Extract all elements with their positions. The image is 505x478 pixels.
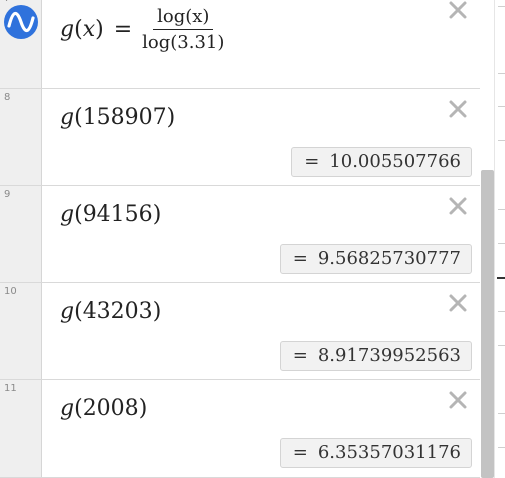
grid-tick: [498, 447, 505, 448]
result-value: 8.91739952563: [317, 345, 461, 366]
desmos-logo-icon: [4, 5, 38, 39]
row-number: 8: [4, 92, 11, 103]
fraction-numerator: log(x): [153, 6, 214, 30]
row-gutter[interactable]: 8: [0, 89, 42, 185]
expression-row-7[interactable]: 7 g(x) = log(x) log(3.31): [0, 0, 480, 89]
grid-tick: [498, 140, 505, 141]
grid-tick: [498, 209, 505, 210]
grid-tick: [498, 73, 505, 74]
function-variable: x: [82, 17, 96, 42]
open-paren: (: [74, 17, 83, 42]
function-name: g: [60, 17, 75, 42]
expression-row-10[interactable]: 10 g(43203) = 8.91739952563: [0, 283, 480, 380]
function-argument: 158907: [82, 105, 167, 130]
function-argument: 94156: [82, 202, 153, 227]
result-value: 10.005507766: [329, 151, 461, 172]
evaluation-result: = 6.35357031176: [279, 438, 472, 468]
expression-list: 7 g(x) = log(x) log(3.31) 8 g(158907): [0, 0, 480, 478]
expression-row-9[interactable]: 9 g(94156) = 9.56825730777: [0, 186, 480, 283]
row-number: 9: [4, 189, 11, 200]
grid-tick: [498, 345, 505, 346]
grid-tick: [498, 243, 505, 244]
equals-sign: =: [113, 17, 133, 42]
result-value: 6.35357031176: [317, 442, 461, 463]
evaluation-result: = 10.005507766: [291, 147, 472, 177]
grid-tick: [498, 106, 505, 107]
function-name: g: [60, 299, 75, 324]
row-gutter[interactable]: 7: [0, 0, 42, 88]
grid-tick: [498, 6, 505, 7]
close-icon[interactable]: [444, 386, 472, 414]
function-definition[interactable]: g(x) = log(x) log(3.31): [60, 6, 224, 53]
close-paren: ): [152, 299, 162, 324]
function-call[interactable]: g(2008): [60, 396, 147, 421]
row-gutter[interactable]: 11: [0, 380, 42, 477]
close-icon[interactable]: [444, 289, 472, 317]
scrollbar-thumb[interactable]: [481, 170, 494, 478]
close-icon[interactable]: [444, 95, 472, 123]
expression-row-8[interactable]: 8 g(158907) = 10.005507766: [0, 89, 480, 186]
row-number: 10: [4, 286, 17, 297]
fraction-denominator: log(3.31): [142, 32, 225, 53]
open-paren: (: [74, 105, 83, 130]
function-call[interactable]: g(94156): [60, 202, 161, 227]
function-argument: 43203: [82, 299, 153, 324]
function-name: g: [60, 396, 75, 421]
result-value: 9.56825730777: [317, 248, 461, 269]
graph-paper-edge[interactable]: [494, 0, 505, 478]
close-icon[interactable]: [444, 192, 472, 220]
function-name: g: [60, 202, 75, 227]
function-name: g: [60, 105, 75, 130]
open-paren: (: [74, 202, 83, 227]
evaluation-result: = 8.91739952563: [279, 341, 472, 371]
grid-tick: [498, 311, 505, 312]
function-argument: 2008: [82, 396, 139, 421]
close-paren: ): [152, 202, 162, 227]
row-gutter[interactable]: 9: [0, 186, 42, 282]
open-paren: (: [74, 299, 83, 324]
grid-tick: [498, 413, 505, 414]
row-number: 11: [4, 383, 17, 394]
equals-sign: =: [292, 442, 308, 463]
close-paren: ): [95, 17, 104, 42]
close-paren: ): [166, 105, 176, 130]
equals-sign: =: [292, 345, 308, 366]
open-paren: (: [74, 396, 83, 421]
expression-row-11[interactable]: 11 g(2008) = 6.35357031176: [0, 380, 480, 478]
function-call[interactable]: g(43203): [60, 299, 161, 324]
row-gutter[interactable]: 10: [0, 283, 42, 379]
evaluation-result: = 9.56825730777: [279, 244, 472, 274]
close-paren: ): [138, 396, 148, 421]
function-call[interactable]: g(158907): [60, 105, 175, 130]
axis-tick: [497, 277, 505, 279]
fraction: log(x) log(3.31): [142, 6, 224, 53]
equals-sign: =: [292, 248, 308, 269]
equals-sign: =: [304, 151, 320, 172]
close-icon[interactable]: [444, 0, 472, 24]
